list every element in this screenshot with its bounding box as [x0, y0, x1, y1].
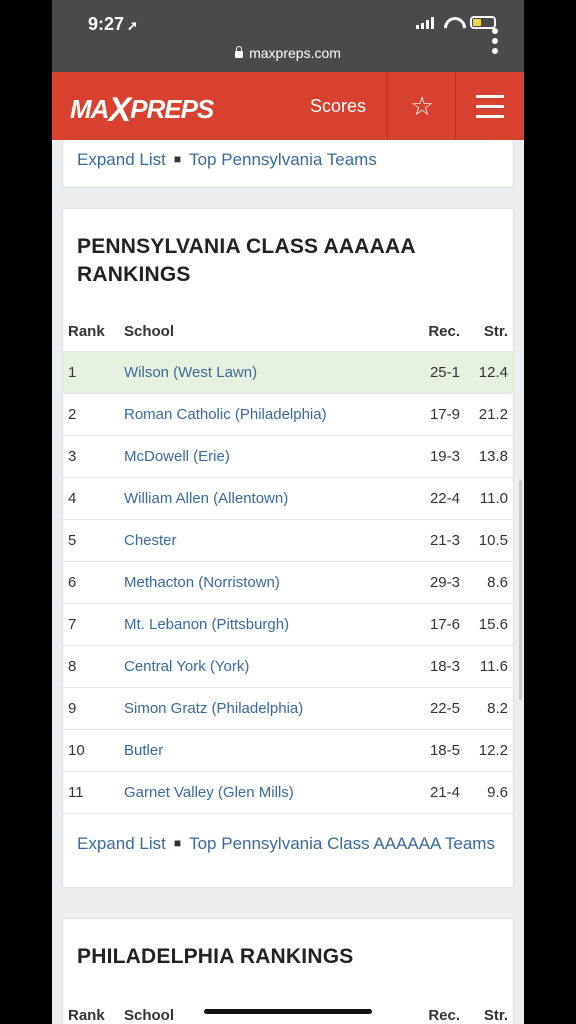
school-link[interactable]: Central York (York) [124, 658, 249, 675]
rankings-title: PENNSYLVANIA CLASS AAAAAA RANKINGS [77, 235, 415, 286]
school-link[interactable]: Garnet Valley (Glen Mills) [124, 784, 294, 801]
record-cell: 18-5 [429, 742, 460, 759]
school-header: School [124, 323, 175, 340]
maxpreps-logo[interactable]: MAXPREPS [70, 88, 214, 129]
school-link[interactable]: Roman Catholic (Philadelphia) [124, 406, 327, 423]
school-header: School [124, 1007, 175, 1024]
separator-dot: ■ [173, 836, 182, 850]
table-row[interactable]: 10 Butler 18-5 12.2 [63, 729, 513, 771]
strength-cell: 13.8 [478, 448, 508, 465]
signal-icon [416, 16, 434, 29]
school-link[interactable]: Mt. Lebanon (Pittsburgh) [124, 616, 289, 633]
site-header: MAXPREPS Scores ☆ [52, 72, 524, 140]
scores-link[interactable]: Scores [310, 96, 366, 117]
strength-cell: 12.2 [478, 742, 508, 759]
table-row[interactable]: 2 Roman Catholic (Philadelphia) 17-9 21.2 [63, 393, 513, 435]
hamburger-menu-icon[interactable] [456, 72, 524, 140]
school-link[interactable]: Wilson (West Lawn) [124, 364, 257, 381]
table-row[interactable]: 1 Wilson (West Lawn) 25-1 12.4 [63, 351, 513, 393]
rank-header: Rank [68, 1007, 105, 1024]
record-cell: 25-1 [429, 364, 460, 381]
rank-cell: 2 [68, 406, 77, 423]
record-cell: 21-3 [429, 532, 460, 549]
table-row[interactable]: 4 William Allen (Allentown) 22-4 11.0 [63, 477, 513, 519]
strength-cell: 8.2 [487, 700, 508, 717]
rank-cell: 10 [68, 742, 85, 759]
record-cell: 17-6 [429, 616, 460, 633]
school-link[interactable]: Chester [124, 532, 177, 549]
rank-cell: 4 [68, 490, 77, 507]
lock-icon [235, 46, 244, 58]
divider [63, 813, 513, 814]
school-link[interactable]: McDowell (Erie) [124, 448, 230, 465]
strength-cell: 9.6 [487, 784, 508, 801]
table-row[interactable]: 5 Chester 21-3 10.5 [63, 519, 513, 561]
strength-cell: 11.0 [479, 490, 508, 507]
strength-cell: 10.5 [478, 532, 508, 549]
strength-cell: 8.6 [487, 574, 508, 591]
top-teams-card: Expand List ■ Top Pennsylvania Teams [62, 140, 514, 188]
separator-dot: ■ [173, 152, 182, 166]
url-bar[interactable]: maxpreps.com [52, 45, 524, 61]
strength-header: Str. [483, 1007, 508, 1024]
rank-cell: 1 [68, 364, 77, 381]
rank-cell: 9 [68, 700, 77, 717]
table-row[interactable]: 8 Central York (York) 18-3 11.6 [63, 645, 513, 687]
phone-screen: 9:27 ➚ maxpreps.com MAXPREPS Scores ☆ Exp… [52, 0, 524, 1024]
record-header: Rec. [428, 323, 460, 340]
school-link[interactable]: Simon Gratz (Philadelphia) [124, 700, 303, 717]
top-pennsylvania-teams-link[interactable]: Top Pennsylvania Teams [189, 150, 377, 169]
school-link[interactable]: Butler [124, 742, 163, 759]
strength-cell: 11.6 [479, 658, 508, 675]
status-icons [416, 16, 496, 29]
top-class-aaaaaa-teams-link[interactable]: Top Pennsylvania Class AAAAAA Teams [189, 834, 495, 853]
record-cell: 22-4 [429, 490, 460, 507]
card-links: Expand List ■ Top Pennsylvania Teams [77, 145, 377, 174]
url-text: maxpreps.com [249, 45, 341, 61]
rank-cell: 3 [68, 448, 77, 465]
rank-cell: 11 [68, 784, 84, 801]
favorites-star-icon[interactable]: ☆ [388, 72, 456, 140]
class-aaaaaa-rankings-card: PENNSYLVANIA CLASS AAAAAA RANKINGS Rank … [62, 208, 514, 888]
table-header: Rank School Rec. Str. [63, 317, 513, 347]
record-cell: 18-3 [429, 658, 460, 675]
table-row[interactable]: 9 Simon Gratz (Philadelphia) 22-5 8.2 [63, 687, 513, 729]
record-cell: 21-4 [429, 784, 460, 801]
table-row[interactable]: 11 Garnet Valley (Glen Mills) 21-4 9.6 [63, 771, 513, 813]
status-time: 9:27 ➚ [88, 14, 138, 35]
strength-cell: 21.2 [478, 406, 508, 423]
rank-header: Rank [68, 323, 105, 340]
status-bar: 9:27 ➚ maxpreps.com [52, 0, 524, 72]
expand-list-link[interactable]: Expand List [77, 150, 166, 169]
record-cell: 17-9 [429, 406, 460, 423]
scrollbar[interactable] [519, 480, 522, 700]
wifi-icon [444, 17, 460, 29]
record-cell: 19-3 [429, 448, 460, 465]
table-row[interactable]: 6 Methacton (Norristown) 29-3 8.6 [63, 561, 513, 603]
school-link[interactable]: William Allen (Allentown) [124, 490, 288, 507]
location-arrow-icon: ➚ [127, 18, 138, 33]
rank-cell: 5 [68, 532, 77, 549]
rank-cell: 8 [68, 658, 77, 675]
philadelphia-rankings-title: PHILADELPHIA RANKINGS [77, 945, 354, 968]
card-links: Expand List ■ Top Pennsylvania Class AAAAA… [77, 829, 497, 858]
rank-cell: 6 [68, 574, 77, 591]
table-row[interactable]: 7 Mt. Lebanon (Pittsburgh) 17-6 15.6 [63, 603, 513, 645]
school-link[interactable]: Methacton (Norristown) [124, 574, 280, 591]
rank-cell: 7 [68, 616, 77, 633]
expand-list-link[interactable]: Expand List [77, 834, 166, 853]
record-cell: 29-3 [429, 574, 460, 591]
strength-cell: 12.4 [478, 364, 508, 381]
strength-header: Str. [483, 323, 508, 340]
table-row[interactable]: 3 McDowell (Erie) 19-3 13.8 [63, 435, 513, 477]
record-cell: 22-5 [429, 700, 460, 717]
record-header: Rec. [428, 1007, 460, 1024]
strength-cell: 15.6 [478, 616, 508, 633]
home-indicator[interactable] [204, 1009, 372, 1014]
clock: 9:27 [88, 14, 125, 34]
